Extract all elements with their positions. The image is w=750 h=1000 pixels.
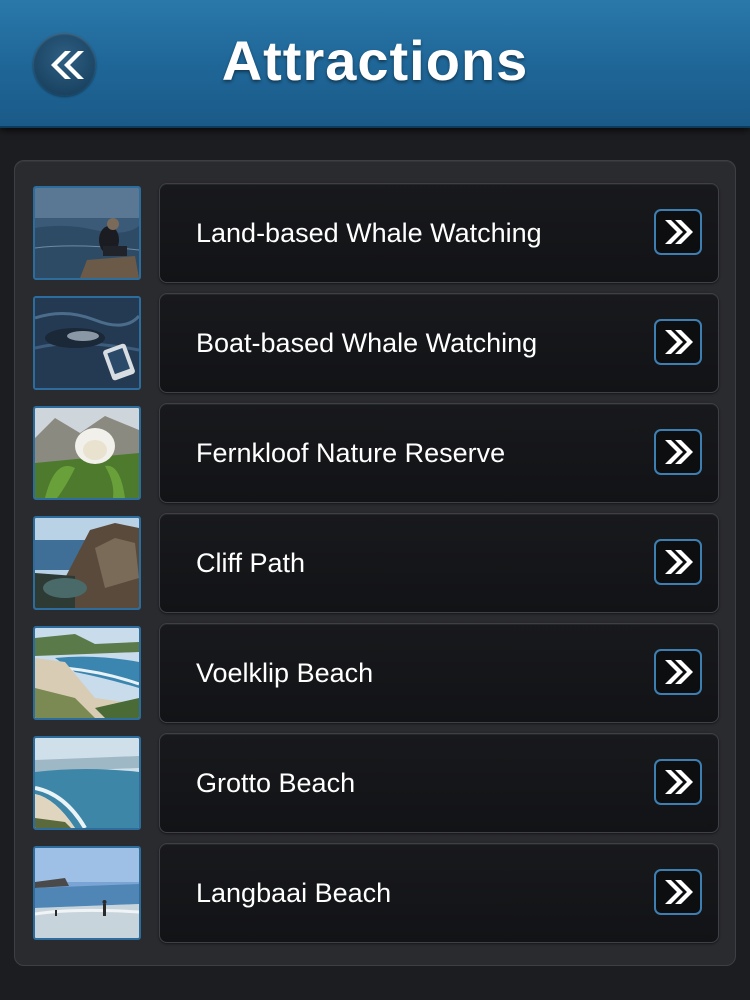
attraction-label: Fernkloof Nature Reserve: [196, 438, 506, 468]
open-button[interactable]: [654, 539, 702, 585]
attractions-list: Land-based Whale Watching Boat-based Wha…: [14, 160, 736, 966]
thumbnail-image[interactable]: [33, 626, 141, 720]
attraction-card[interactable]: Langbaai Beach: [159, 843, 719, 943]
open-button[interactable]: [654, 649, 702, 695]
attraction-label: Cliff Path: [196, 548, 306, 578]
list-item: Land-based Whale Watching: [33, 183, 719, 283]
attraction-card[interactable]: Land-based Whale Watching: [159, 183, 719, 283]
double-chevron-right-icon: [665, 550, 693, 574]
list-item: Cliff Path: [33, 513, 719, 613]
double-chevron-right-icon: [665, 660, 693, 684]
list-item: Grotto Beach: [33, 733, 719, 833]
attraction-card[interactable]: Voelklip Beach: [159, 623, 719, 723]
attraction-label: Land-based Whale Watching: [196, 218, 542, 248]
attraction-card[interactable]: Boat-based Whale Watching: [159, 293, 719, 393]
double-chevron-right-icon: [665, 770, 693, 794]
open-button[interactable]: [654, 209, 702, 255]
open-button[interactable]: [654, 429, 702, 475]
list-item: Langbaai Beach: [33, 843, 719, 943]
attraction-label: Langbaai Beach: [196, 878, 392, 908]
header-bar: Attractions: [0, 0, 750, 128]
attraction-label: Boat-based Whale Watching: [196, 328, 538, 358]
open-button[interactable]: [654, 319, 702, 365]
double-chevron-right-icon: [665, 880, 693, 904]
attraction-card[interactable]: Cliff Path: [159, 513, 719, 613]
list-item: Fernkloof Nature Reserve: [33, 403, 719, 503]
open-button[interactable]: [654, 759, 702, 805]
thumbnail-image[interactable]: [33, 186, 141, 280]
thumbnail-image[interactable]: [33, 736, 141, 830]
double-chevron-right-icon: [665, 220, 693, 244]
thumbnail-image[interactable]: [33, 846, 141, 940]
double-chevron-right-icon: [665, 440, 693, 464]
attraction-card[interactable]: Fernkloof Nature Reserve: [159, 403, 719, 503]
double-chevron-right-icon: [665, 330, 693, 354]
list-item: Boat-based Whale Watching: [33, 293, 719, 393]
thumbnail-image[interactable]: [33, 296, 141, 390]
attraction-card[interactable]: Grotto Beach: [159, 733, 719, 833]
attraction-label: Voelklip Beach: [196, 658, 374, 688]
attraction-label: Grotto Beach: [196, 768, 356, 798]
thumbnail-image[interactable]: [33, 406, 141, 500]
thumbnail-image[interactable]: [33, 516, 141, 610]
page-title: Attractions: [221, 29, 529, 92]
open-button[interactable]: [654, 869, 702, 915]
list-item: Voelklip Beach: [33, 623, 719, 723]
